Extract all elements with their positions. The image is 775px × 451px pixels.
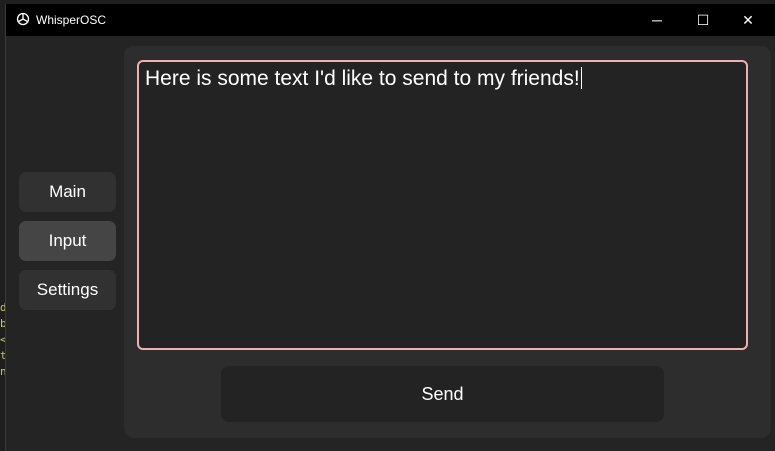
sidebar-item-label: Input bbox=[48, 231, 87, 250]
sidebar-item-main[interactable]: Main bbox=[19, 172, 116, 212]
close-button[interactable]: ✕ bbox=[725, 4, 771, 36]
openai-logo-icon bbox=[16, 12, 30, 26]
minimize-icon: ─ bbox=[652, 12, 662, 28]
input-panel: Here is some text I'd like to send to my… bbox=[124, 46, 771, 438]
sidebar-item-label: Main bbox=[49, 182, 86, 201]
message-text: Here is some text I'd like to send to my… bbox=[145, 67, 580, 90]
app-window: WhisperOSC ─ ☐ ✕ Main Input Settings Her… bbox=[5, 4, 775, 451]
send-button-label: Send bbox=[421, 383, 464, 404]
title-bar[interactable]: WhisperOSC ─ ☐ ✕ bbox=[6, 4, 775, 36]
message-textbox[interactable]: Here is some text I'd like to send to my… bbox=[137, 60, 748, 350]
send-button[interactable]: Send bbox=[221, 366, 664, 422]
close-icon: ✕ bbox=[742, 11, 754, 28]
maximize-button[interactable]: ☐ bbox=[680, 4, 726, 36]
sidebar-item-settings[interactable]: Settings bbox=[19, 270, 116, 310]
sidebar-item-input[interactable]: Input bbox=[19, 221, 116, 261]
text-caret bbox=[580, 67, 582, 89]
sidebar-item-label: Settings bbox=[36, 280, 99, 299]
window-title: WhisperOSC bbox=[36, 13, 107, 27]
minimize-button[interactable]: ─ bbox=[634, 4, 680, 36]
maximize-icon: ☐ bbox=[696, 11, 710, 28]
